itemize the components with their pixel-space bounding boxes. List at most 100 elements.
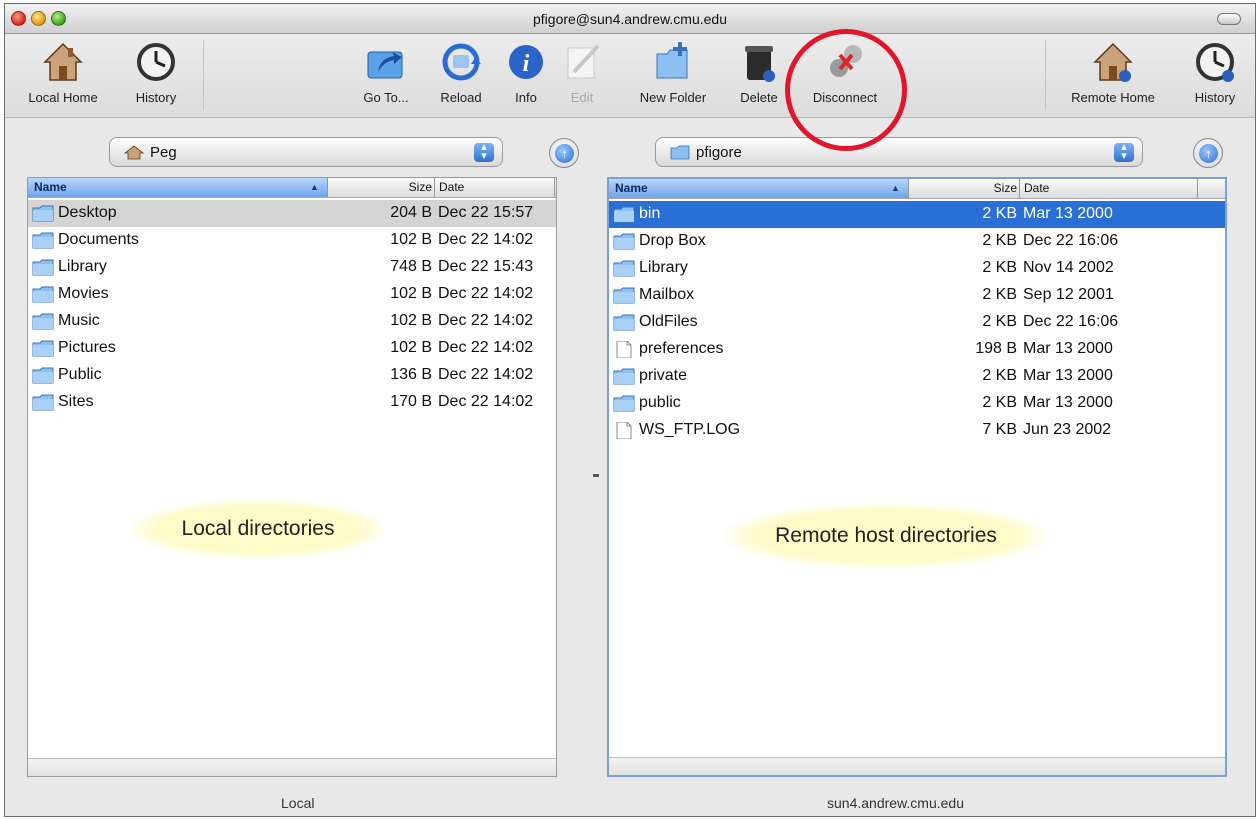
delete-button[interactable]: Delete bbox=[731, 40, 787, 105]
local-column-header: Name ▲ Size Date bbox=[28, 178, 556, 198]
file-size: 2 KB bbox=[982, 259, 1017, 276]
folder-icon bbox=[32, 367, 54, 384]
folder-icon bbox=[613, 260, 635, 277]
table-row[interactable]: bin 2 KB Mar 13 2000 bbox=[609, 201, 1225, 228]
local-file-list[interactable]: Name ▲ Size Date Desktop 204 B Dec 22 15:5… bbox=[27, 177, 557, 777]
pane-splitter[interactable] bbox=[593, 474, 599, 477]
trash-icon bbox=[745, 46, 775, 82]
history-left-button[interactable]: History bbox=[121, 40, 191, 105]
local-up-button[interactable]: ↑ bbox=[549, 138, 579, 168]
remote-size-column-header[interactable]: Size bbox=[909, 179, 1017, 198]
table-row[interactable]: Documents 102 B Dec 22 14:02 bbox=[28, 227, 556, 254]
new-folder-label: New Folder bbox=[639, 90, 707, 105]
up-arrow-icon: ↑ bbox=[1199, 144, 1218, 163]
history-left-label: History bbox=[135, 90, 177, 105]
table-row[interactable]: Library 748 B Dec 22 15:43 bbox=[28, 254, 556, 281]
folder-icon bbox=[613, 368, 635, 385]
file-size: 2 KB bbox=[982, 394, 1017, 411]
remote-up-button[interactable]: ↑ bbox=[1193, 138, 1223, 168]
table-row[interactable]: Desktop 204 B Dec 22 15:57 bbox=[28, 200, 556, 227]
goto-folder-icon bbox=[367, 51, 403, 79]
disconnect-button[interactable]: Disconnect bbox=[795, 40, 895, 105]
file-date: Dec 22 15:43 bbox=[438, 258, 534, 275]
column-divider bbox=[1197, 179, 1198, 198]
file-date: Nov 14 2002 bbox=[1023, 259, 1114, 276]
table-row[interactable]: Pictures 102 B Dec 22 14:02 bbox=[28, 335, 556, 362]
file-date: Dec 22 14:02 bbox=[438, 366, 534, 383]
table-row[interactable]: Public 136 B Dec 22 14:02 bbox=[28, 362, 556, 389]
info-label: Info bbox=[515, 90, 537, 105]
remote-home-icon bbox=[1093, 42, 1133, 82]
ftp-window: pfigore@sun4.andrew.cmu.edu Local Home H… bbox=[4, 3, 1256, 817]
sort-ascending-icon: ▲ bbox=[891, 183, 900, 193]
new-folder-button[interactable]: New Folder bbox=[623, 40, 723, 105]
local-size-column-header[interactable]: Size bbox=[328, 178, 432, 197]
delete-label: Delete bbox=[740, 90, 778, 105]
file-name: preferences bbox=[639, 340, 724, 357]
local-horizontal-scrollbar[interactable] bbox=[28, 758, 556, 776]
toolbar-separator bbox=[1045, 40, 1046, 110]
remote-name-column-header[interactable]: Name bbox=[609, 179, 909, 198]
title-bar: pfigore@sun4.andrew.cmu.edu bbox=[5, 4, 1255, 34]
reload-icon bbox=[442, 43, 481, 81]
table-row[interactable]: Drop Box 2 KB Dec 22 16:06 bbox=[609, 228, 1225, 255]
table-row[interactable]: Movies 102 B Dec 22 14:02 bbox=[28, 281, 556, 308]
remote-path-popup[interactable]: pfigore ▴ ▾ bbox=[655, 137, 1143, 167]
file-name: bin bbox=[639, 205, 661, 222]
edit-pencil-icon bbox=[567, 44, 600, 79]
toolbar-toggle-button[interactable] bbox=[1217, 13, 1241, 25]
disconnect-icon bbox=[830, 45, 862, 77]
window-title: pfigore@sun4.andrew.cmu.edu bbox=[533, 11, 727, 27]
folder-icon bbox=[613, 233, 635, 250]
file-date: Mar 13 2000 bbox=[1023, 367, 1113, 384]
file-size: 2 KB bbox=[982, 205, 1017, 222]
edit-label: Edit bbox=[570, 90, 594, 105]
goto-button[interactable]: Go To... bbox=[349, 40, 423, 105]
local-annotation: Local directories bbox=[128, 499, 388, 559]
file-date: Dec 22 14:02 bbox=[438, 312, 534, 329]
new-folder-icon bbox=[656, 42, 688, 79]
folder-icon bbox=[613, 206, 635, 223]
remote-annotation: Remote host directories bbox=[721, 503, 1051, 569]
folder-icon bbox=[32, 232, 54, 249]
local-name-column-header[interactable]: Name bbox=[28, 178, 328, 197]
file-size: 102 B bbox=[390, 231, 432, 248]
table-row[interactable]: WS_FTP.LOG 7 KB Jun 23 2002 bbox=[609, 417, 1225, 444]
remote-file-list[interactable]: Name ▲ Size Date bin 2 KB Mar 13 2000 Drop … bbox=[607, 177, 1227, 777]
table-row[interactable]: private 2 KB Mar 13 2000 bbox=[609, 363, 1225, 390]
file-size: 2 KB bbox=[982, 232, 1017, 249]
table-row[interactable]: Mailbox 2 KB Sep 12 2001 bbox=[609, 282, 1225, 309]
remote-horizontal-scrollbar[interactable] bbox=[609, 757, 1225, 775]
remote-date-column-header[interactable]: Date bbox=[1019, 179, 1197, 198]
table-row[interactable]: Library 2 KB Nov 14 2002 bbox=[609, 255, 1225, 282]
table-row[interactable]: public 2 KB Mar 13 2000 bbox=[609, 390, 1225, 417]
folder-icon bbox=[32, 286, 54, 303]
local-home-button[interactable]: Local Home bbox=[13, 40, 113, 105]
sort-ascending-icon: ▲ bbox=[310, 182, 319, 192]
edit-button[interactable]: Edit bbox=[559, 40, 605, 105]
file-size: 170 B bbox=[390, 393, 432, 410]
folder-icon bbox=[32, 313, 54, 330]
history-right-button[interactable]: History bbox=[1181, 40, 1249, 105]
home-small-icon bbox=[124, 145, 144, 160]
table-row[interactable]: preferences 198 B Mar 13 2000 bbox=[609, 336, 1225, 363]
file-size: 102 B bbox=[390, 312, 432, 329]
file-name: Library bbox=[58, 258, 107, 275]
table-row[interactable]: OldFiles 2 KB Dec 22 16:06 bbox=[609, 309, 1225, 336]
info-icon: i bbox=[509, 45, 543, 79]
local-path-popup[interactable]: Peg ▴ ▾ bbox=[109, 137, 503, 167]
file-name: Public bbox=[58, 366, 102, 383]
file-name: Library bbox=[639, 259, 688, 276]
table-row[interactable]: Sites 170 B Dec 22 14:02 bbox=[28, 389, 556, 416]
local-date-column-header[interactable]: Date bbox=[434, 178, 554, 197]
table-row[interactable]: Music 102 B Dec 22 14:02 bbox=[28, 308, 556, 335]
reload-button[interactable]: Reload bbox=[429, 40, 493, 105]
info-button[interactable]: i Info bbox=[503, 40, 549, 105]
remote-home-button[interactable]: Remote Home bbox=[1051, 40, 1175, 105]
file-name: Mailbox bbox=[639, 286, 695, 303]
file-size: 2 KB bbox=[982, 367, 1017, 384]
folder-icon bbox=[613, 287, 635, 304]
disconnect-label: Disconnect bbox=[812, 90, 878, 105]
file-name: private bbox=[639, 367, 688, 384]
home-icon bbox=[43, 42, 83, 81]
